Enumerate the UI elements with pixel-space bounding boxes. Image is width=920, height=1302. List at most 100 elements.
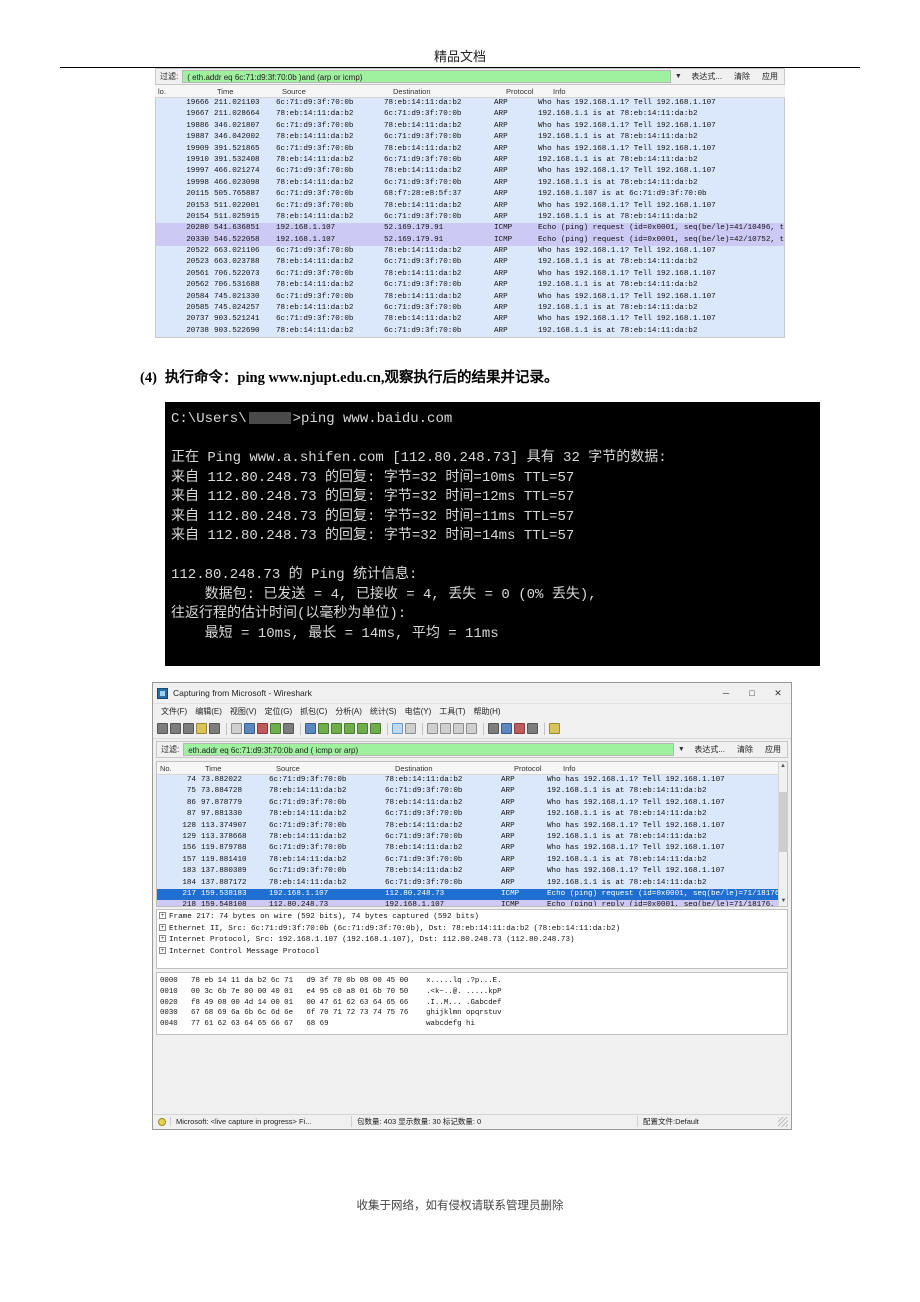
table-row[interactable]: 19910 391.532408 78:eb:14:11:da:b2 6c:71:d9… bbox=[156, 154, 784, 167]
toolbar-interfaces-icon[interactable] bbox=[157, 723, 168, 734]
column-header-source[interactable]: Source bbox=[279, 85, 390, 97]
table-row[interactable]: 19887 346.042002 78:eb:14:11:da:b2 6c:71:d9… bbox=[156, 132, 784, 144]
toolbar-options-icon[interactable] bbox=[170, 723, 181, 734]
table-row[interactable]: 157 119.881410 78:eb:14:11:da:b2 6c:71:d9:3… bbox=[157, 854, 778, 867]
toolbar-coloring-rules-icon[interactable] bbox=[514, 723, 525, 734]
column-header-time[interactable]: Time bbox=[214, 85, 279, 97]
table-row[interactable]: 20737 903.521241 6c:71:d9:3f:70:0b 78:eb:14… bbox=[156, 314, 784, 326]
column-header-source[interactable]: Source bbox=[273, 762, 392, 774]
resize-grip-icon[interactable] bbox=[778, 1116, 788, 1127]
toolbar-close-icon[interactable] bbox=[257, 723, 268, 734]
packet-list-scrollbar[interactable]: ▲ ▼ bbox=[778, 762, 788, 906]
table-row[interactable]: 87 97.881330 78:eb:14:11:da:b2 6c:71:d9:3f:… bbox=[157, 809, 778, 821]
chevron-down-icon[interactable]: ▼ bbox=[671, 73, 685, 80]
table-row[interactable]: 75 73.884728 78:eb:14:11:da:b2 6c:71:d9:3f:… bbox=[157, 786, 778, 798]
toolbar-go-forward-icon[interactable] bbox=[331, 723, 342, 734]
detail-tree-row[interactable]: + Internet Protocol, Src: 192.168.1.107 (… bbox=[159, 935, 787, 947]
table-row[interactable]: 20330 546.522058 192.168.1.107 52.169.179.9… bbox=[156, 234, 784, 247]
expand-icon[interactable]: + bbox=[159, 946, 166, 954]
column-header-destination[interactable]: Destination bbox=[390, 85, 503, 97]
packet-bytes-pane[interactable]: 0000 78 eb 14 11 da b2 6c 71 d9 3f 70 0b… bbox=[156, 972, 788, 1035]
table-row[interactable]: 218 159.548108 112.80.248.73 192.168.1.107 I… bbox=[157, 900, 778, 906]
table-row[interactable]: 20154 511.025915 78:eb:14:11:da:b2 6c:71:d9… bbox=[156, 211, 784, 224]
capture2-packet-list-pane[interactable]: No. Time Source Destination Protocol Inf… bbox=[156, 761, 788, 907]
scroll-down-icon[interactable]: ▼ bbox=[779, 897, 788, 906]
column-header-no[interactable]: lo. bbox=[155, 85, 214, 97]
toolbar-zoom-reset-icon[interactable] bbox=[453, 723, 464, 734]
toolbar-start-icon[interactable] bbox=[183, 723, 194, 734]
capture2-clear-button[interactable]: 清除 bbox=[731, 744, 759, 755]
table-row[interactable]: 20280 541.636851 192.168.1.107 52.169.179.9… bbox=[156, 223, 784, 235]
table-row[interactable]: 19998 466.023098 78:eb:14:11:da:b2 6c:71:d9… bbox=[156, 177, 784, 190]
toolbar-go-to-last-icon[interactable] bbox=[370, 723, 381, 734]
capture2-apply-button[interactable]: 应用 bbox=[759, 744, 787, 755]
table-row[interactable]: 156 119.879788 6c:71:d9:3f:70:0b 78:eb:14:1… bbox=[157, 843, 778, 855]
toolbar-find-packet-icon[interactable] bbox=[305, 723, 316, 734]
column-header-info[interactable]: Info bbox=[550, 85, 785, 97]
table-row[interactable]: 20738 903.522690 78:eb:14:11:da:b2 6c:71:d9… bbox=[156, 325, 784, 338]
column-header-no[interactable]: No. bbox=[157, 762, 202, 774]
table-row[interactable]: 19667 211.028664 78:eb:14:11:da:b2 6c:71:d9… bbox=[156, 109, 784, 121]
menu-bar[interactable]: 文件(F) 编辑(E) 视图(V) 定位(G) 抓包(C) 分析(A) 统计(S) 电信(Y)… bbox=[153, 704, 791, 719]
status-profile[interactable]: 配置文件:Default bbox=[637, 1116, 778, 1127]
expand-icon[interactable]: + bbox=[159, 923, 166, 931]
scroll-up-icon[interactable]: ▲ bbox=[779, 762, 787, 771]
table-row[interactable]: 20585 745.024257 78:eb:14:11:da:b2 6c:71:d9… bbox=[156, 303, 784, 315]
menu-item-8[interactable]: 工具(T) bbox=[435, 706, 469, 717]
chevron-down-icon[interactable]: ▼ bbox=[674, 746, 688, 753]
table-row[interactable]: 129 113.378668 78:eb:14:11:da:b2 6c:71:d9:3… bbox=[157, 831, 778, 844]
toolbar-save-icon[interactable] bbox=[244, 723, 255, 734]
status-interface[interactable]: Microsoft: <live capture in progress> Fi… bbox=[170, 1117, 351, 1126]
table-row[interactable]: 19666 211.021103 6c:71:d9:3f:70:0b 78:eb:14… bbox=[156, 98, 784, 110]
toolbar[interactable] bbox=[153, 719, 791, 739]
toolbar-zoom-in-icon[interactable] bbox=[427, 723, 438, 734]
table-row[interactable]: 20584 745.021330 6c:71:d9:3f:70:0b 78:eb:14… bbox=[156, 291, 784, 304]
close-icon[interactable]: ✕ bbox=[765, 688, 791, 699]
wireshark-capture-2-window[interactable]: Capturing from Microsoft - Wireshark ─ □… bbox=[152, 682, 792, 1130]
column-header-info[interactable]: Info bbox=[560, 762, 787, 774]
menu-item-5[interactable]: 分析(A) bbox=[331, 706, 366, 717]
toolbar-open-icon[interactable] bbox=[231, 723, 242, 734]
toolbar-auto-scroll-icon[interactable] bbox=[392, 723, 403, 734]
toolbar-preferences-icon[interactable] bbox=[527, 723, 538, 734]
table-row[interactable]: 20115 505.765887 6c:71:d9:3f:70:0b 68:f7:28… bbox=[156, 189, 784, 201]
toolbar-help-icon[interactable] bbox=[549, 723, 560, 734]
minimize-icon[interactable]: ─ bbox=[713, 688, 739, 698]
toolbar-restart-icon[interactable] bbox=[209, 723, 220, 734]
table-row[interactable]: 184 137.887172 78:eb:14:11:da:b2 6c:71:d9:3… bbox=[157, 877, 778, 889]
table-row[interactable]: 183 137.880389 6c:71:d9:3f:70:0b 78:eb:14:1… bbox=[157, 866, 778, 878]
column-header-time[interactable]: Time bbox=[202, 762, 273, 774]
capture2-packet-rows[interactable]: 74 73.882022 6c:71:d9:3f:70:0b 78:eb:14:11:… bbox=[157, 775, 778, 906]
toolbar-stop-icon[interactable] bbox=[196, 723, 207, 734]
toolbar-reload-icon[interactable] bbox=[270, 723, 281, 734]
expand-icon[interactable]: + bbox=[159, 912, 166, 919]
toolbar-print-icon[interactable] bbox=[283, 723, 294, 734]
menu-item-6[interactable]: 统计(S) bbox=[366, 706, 401, 717]
table-row[interactable]: 20153 511.022001 6c:71:d9:3f:70:0b 78:eb:14… bbox=[156, 200, 784, 212]
toolbar-colorize-icon[interactable] bbox=[405, 723, 416, 734]
menu-item-1[interactable]: 编辑(E) bbox=[191, 706, 226, 717]
column-header-destination[interactable]: Destination bbox=[392, 762, 511, 774]
detail-tree-row[interactable]: + Internet Control Message Protocol bbox=[159, 946, 787, 959]
menu-item-3[interactable]: 定位(G) bbox=[261, 706, 297, 717]
menu-item-0[interactable]: 文件(F) bbox=[157, 706, 191, 717]
toolbar-go-to-packet-icon[interactable] bbox=[344, 723, 355, 734]
maximize-icon[interactable]: □ bbox=[739, 688, 765, 698]
capture1-packet-list[interactable]: 19666 211.021103 6c:71:d9:3f:70:0b 78:eb:14… bbox=[155, 98, 785, 339]
table-row[interactable]: 86 97.878779 6c:71:d9:3f:70:0b 78:eb:14:11:… bbox=[157, 797, 778, 810]
toolbar-zoom-out-icon[interactable] bbox=[440, 723, 451, 734]
toolbar-capture-filters-icon[interactable] bbox=[488, 723, 499, 734]
menu-item-4[interactable]: 抓包(C) bbox=[296, 706, 331, 717]
column-header-protocol[interactable]: Protocol bbox=[503, 85, 550, 97]
command-prompt-window[interactable]: C:\Users\ >ping www.baidu.com 正在 Ping www… bbox=[165, 402, 820, 666]
table-row[interactable]: 20562 706.531688 78:eb:14:11:da:b2 6c:71:d9… bbox=[156, 280, 784, 292]
toolbar-resize-columns-icon[interactable] bbox=[466, 723, 477, 734]
capture2-filter-input[interactable]: eth.addr eq 6c:71:d9:3f:70:0b and ( icmp… bbox=[183, 743, 675, 756]
table-row[interactable]: 20523 663.023788 78:eb:14:11:da:b2 6c:71:d9… bbox=[156, 257, 784, 269]
table-row[interactable]: 19997 466.021274 6c:71:d9:3f:70:0b 78:eb:14… bbox=[156, 166, 784, 178]
packet-details-pane[interactable]: + Frame 217: 74 bytes on wire (592 bits),… bbox=[156, 909, 788, 969]
toolbar-display-filters-icon[interactable] bbox=[501, 723, 512, 734]
table-row[interactable]: 20561 706.522073 6c:71:d9:3f:70:0b 78:eb:14… bbox=[156, 268, 784, 281]
capture1-filter-input[interactable]: ( eth.addr eq 6c:71:d9:3f:70:0b )and (ar… bbox=[182, 70, 672, 83]
expand-icon[interactable]: + bbox=[159, 935, 166, 943]
